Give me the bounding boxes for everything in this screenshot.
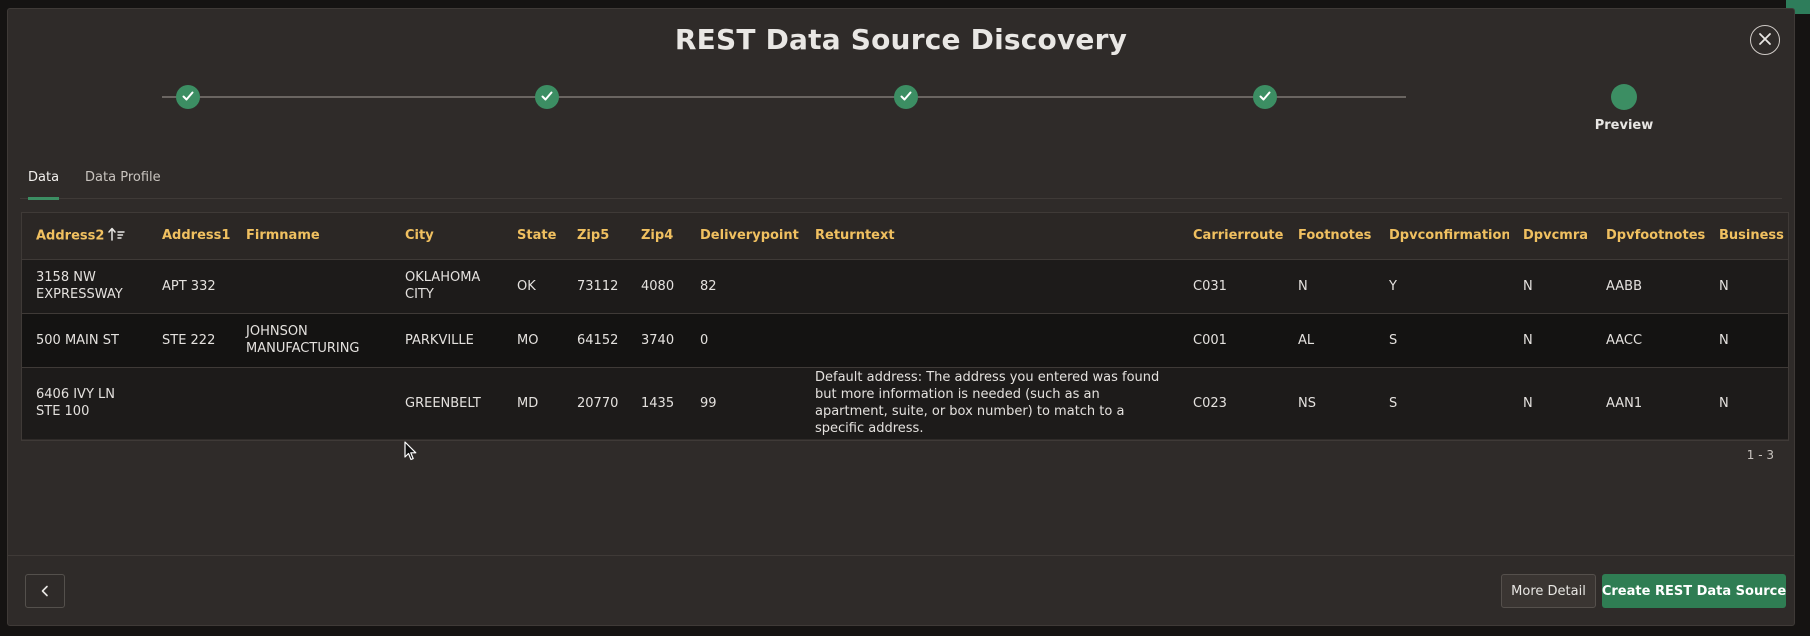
wizard-step-4 xyxy=(1253,85,1277,109)
cell-returntext xyxy=(801,313,1179,367)
cell-deliverypoint: 0 xyxy=(700,332,709,348)
cell-firmname xyxy=(232,259,391,313)
cell-zip4: 3740 xyxy=(641,332,675,348)
wizard-progress-line xyxy=(162,96,1406,98)
check-icon xyxy=(899,88,913,107)
table-row[interactable]: 3158 NW EXPRESSWAY APT 332 OKLAHOMA CITY… xyxy=(22,259,1788,313)
table-row[interactable]: 500 MAIN ST STE 222 JOHNSON MANUFACTURIN… xyxy=(22,313,1788,367)
column-header-state[interactable]: State xyxy=(503,213,563,259)
cell-state: OK xyxy=(517,278,536,294)
cell-firmname: JOHNSON MANUFACTURING xyxy=(246,324,360,356)
pagination-range: 1 - 3 xyxy=(1746,448,1774,462)
cell-address2: 6406 IVY LN STE 100 xyxy=(36,387,115,420)
cell-city: OKLAHOMA CITY xyxy=(405,270,481,302)
column-header-firmname[interactable]: Firmname xyxy=(232,213,391,259)
data-grid: Address2 Address1 Firmname City State Zi… xyxy=(21,212,1789,441)
cell-dpvconfirmation: S xyxy=(1389,395,1398,411)
mouse-cursor-icon xyxy=(404,441,418,465)
wizard-step-current xyxy=(1611,84,1637,110)
cell-footnotes: AL xyxy=(1298,332,1315,348)
cell-business: N xyxy=(1719,332,1729,348)
cell-deliverypoint: 82 xyxy=(700,278,717,294)
close-button[interactable] xyxy=(1750,25,1780,55)
cell-firmname xyxy=(232,367,391,439)
cell-zip5: 73112 xyxy=(577,278,619,294)
cell-zip4: 1435 xyxy=(641,395,675,411)
sort-ascending-icon[interactable] xyxy=(108,227,126,245)
table-header-row: Address2 Address1 Firmname City State Zi… xyxy=(22,213,1788,259)
cell-business: N xyxy=(1719,278,1729,294)
column-header-address2[interactable]: Address2 xyxy=(22,213,148,259)
cell-returntext: Default address: The address you entered… xyxy=(815,370,1160,437)
data-table: Address2 Address1 Firmname City State Zi… xyxy=(22,213,1788,439)
cell-dpvfootnotes: AAN1 xyxy=(1606,395,1643,411)
check-icon xyxy=(1258,88,1272,107)
cell-address1 xyxy=(148,367,232,439)
wizard-progress: Preview xyxy=(8,77,1794,137)
chevron-left-icon xyxy=(40,582,50,601)
column-header-address1[interactable]: Address1 xyxy=(148,213,232,259)
close-icon xyxy=(1758,31,1772,50)
cell-dpvcmra: N xyxy=(1523,332,1533,348)
cell-footnotes: NS xyxy=(1298,395,1316,411)
cell-state: MD xyxy=(517,395,539,411)
check-icon xyxy=(540,88,554,107)
more-detail-button[interactable]: More Detail xyxy=(1501,574,1596,608)
column-header-business[interactable]: Business xyxy=(1705,213,1788,259)
footer-divider xyxy=(8,555,1794,556)
cell-city: PARKVILLE xyxy=(405,332,474,348)
column-header-deliverypoint[interactable]: Deliverypoint xyxy=(686,213,801,259)
dialog-title: REST Data Source Discovery xyxy=(674,23,1128,56)
cell-address1: APT 332 xyxy=(162,278,216,294)
column-header-zip4[interactable]: Zip4 xyxy=(627,213,686,259)
wizard-step-label-preview: Preview xyxy=(1594,118,1654,133)
column-header-city[interactable]: City xyxy=(391,213,503,259)
cell-city: GREENBELT xyxy=(405,395,481,411)
wizard-step-1 xyxy=(176,85,200,109)
cell-address1: STE 222 xyxy=(162,332,216,348)
column-header-dpvcmra[interactable]: Dpvcmra xyxy=(1509,213,1592,259)
create-rest-data-source-button[interactable]: Create REST Data Source xyxy=(1602,574,1786,608)
cell-carrierroute: C031 xyxy=(1193,278,1227,294)
cell-zip5: 64152 xyxy=(577,332,619,348)
column-header-returntext[interactable]: Returntext xyxy=(801,213,1179,259)
cell-carrierroute: C001 xyxy=(1193,332,1227,348)
back-button[interactable] xyxy=(25,574,65,608)
column-header-zip5[interactable]: Zip5 xyxy=(563,213,627,259)
cell-address2: 3158 NW EXPRESSWAY xyxy=(36,270,123,302)
check-icon xyxy=(181,88,195,107)
column-header-carrierroute[interactable]: Carrierroute xyxy=(1179,213,1284,259)
tab-bar: Data Data Profile xyxy=(20,161,1782,200)
cell-business: N xyxy=(1719,395,1729,411)
cell-dpvcmra: N xyxy=(1523,395,1533,411)
column-header-dpvconfirmation[interactable]: Dpvconfirmation xyxy=(1375,213,1509,259)
cell-carrierroute: C023 xyxy=(1193,395,1227,411)
cell-deliverypoint: 99 xyxy=(700,395,717,411)
cell-state: MO xyxy=(517,332,539,348)
cell-zip5: 20770 xyxy=(577,395,619,411)
column-header-footnotes[interactable]: Footnotes xyxy=(1284,213,1375,259)
cell-address2: 500 MAIN ST xyxy=(36,332,119,348)
cell-dpvcmra: N xyxy=(1523,278,1533,294)
cell-dpvfootnotes: AABB xyxy=(1606,278,1642,294)
wizard-step-2 xyxy=(535,85,559,109)
cell-zip4: 4080 xyxy=(641,278,675,294)
wizard-step-3 xyxy=(894,85,918,109)
cell-dpvconfirmation: S xyxy=(1389,332,1398,348)
column-header-dpvfootnotes[interactable]: Dpvfootnotes xyxy=(1592,213,1705,259)
table-row[interactable]: 6406 IVY LN STE 100 GREENBELT MD 20770 1… xyxy=(22,367,1788,439)
cell-returntext xyxy=(801,259,1179,313)
tab-data[interactable]: Data xyxy=(20,161,67,200)
cell-dpvfootnotes: AACC xyxy=(1606,332,1643,348)
tab-data-profile[interactable]: Data Profile xyxy=(77,161,169,199)
cell-dpvconfirmation: Y xyxy=(1389,278,1397,294)
discovery-dialog: REST Data Source Discovery Preview Data … xyxy=(7,8,1795,626)
cell-footnotes: N xyxy=(1298,278,1308,294)
